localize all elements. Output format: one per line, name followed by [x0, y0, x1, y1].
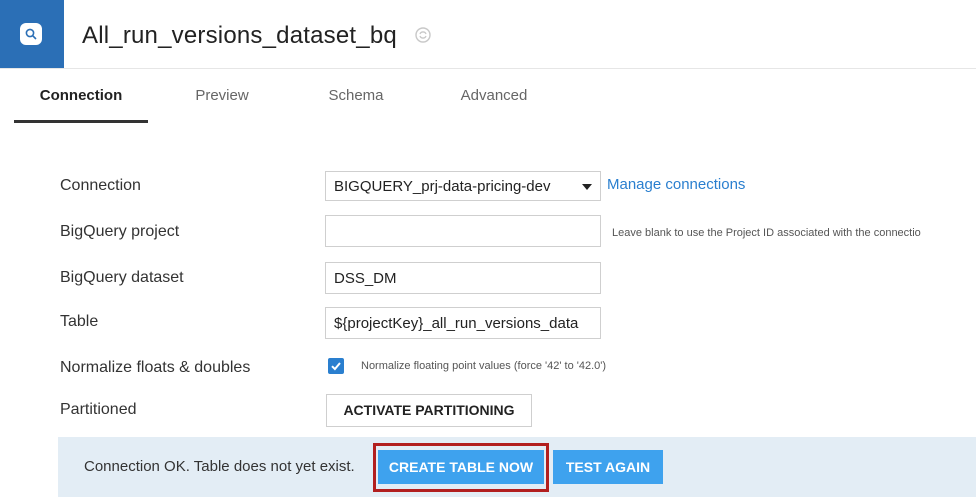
- tab-preview[interactable]: Preview: [172, 68, 272, 123]
- normalize-floats-checkbox[interactable]: [328, 358, 344, 374]
- connection-selected-value: BIGQUERY_prj-data-pricing-dev: [334, 178, 551, 195]
- tab-bar: Connection Preview Schema Advanced: [0, 68, 976, 123]
- normalize-floats-hint: Normalize floating point values (force '…: [361, 360, 607, 372]
- manage-connections-link[interactable]: Manage connections: [607, 176, 745, 193]
- normalize-floats-label: Normalize floats & doubles: [60, 359, 251, 376]
- connection-status-text: Connection OK. Table does not yet exist.: [84, 458, 355, 475]
- dataset-icon: [20, 23, 42, 45]
- dataset-logo: [0, 0, 64, 68]
- test-again-button[interactable]: TEST AGAIN: [553, 450, 663, 484]
- bigquery-project-hint: Leave blank to use the Project ID associ…: [612, 227, 921, 239]
- tab-connection[interactable]: Connection: [14, 68, 148, 123]
- sync-badge-icon[interactable]: [414, 26, 432, 44]
- table-input[interactable]: [325, 307, 601, 339]
- tab-schema[interactable]: Schema: [306, 68, 406, 123]
- dataset-header: All_run_versions_dataset_bq: [0, 0, 976, 69]
- partitioned-label: Partitioned: [60, 401, 137, 418]
- create-table-now-button[interactable]: CREATE TABLE NOW: [378, 450, 544, 484]
- checkmark-icon: [331, 362, 341, 371]
- bigquery-dataset-input[interactable]: [325, 262, 601, 294]
- active-tab-indicator: [14, 120, 148, 123]
- connection-label: Connection: [60, 177, 141, 194]
- bigquery-project-input[interactable]: [325, 215, 601, 247]
- table-label: Table: [60, 313, 99, 330]
- connection-select[interactable]: BIGQUERY_prj-data-pricing-dev: [325, 171, 601, 201]
- dataset-title[interactable]: All_run_versions_dataset_bq: [82, 22, 397, 50]
- bigquery-project-label: BigQuery project: [60, 223, 180, 240]
- bigquery-dataset-label: BigQuery dataset: [60, 269, 184, 286]
- activate-partitioning-button[interactable]: ACTIVATE PARTITIONING: [326, 394, 532, 427]
- chevron-down-icon: [582, 184, 592, 190]
- tab-advanced[interactable]: Advanced: [444, 68, 544, 123]
